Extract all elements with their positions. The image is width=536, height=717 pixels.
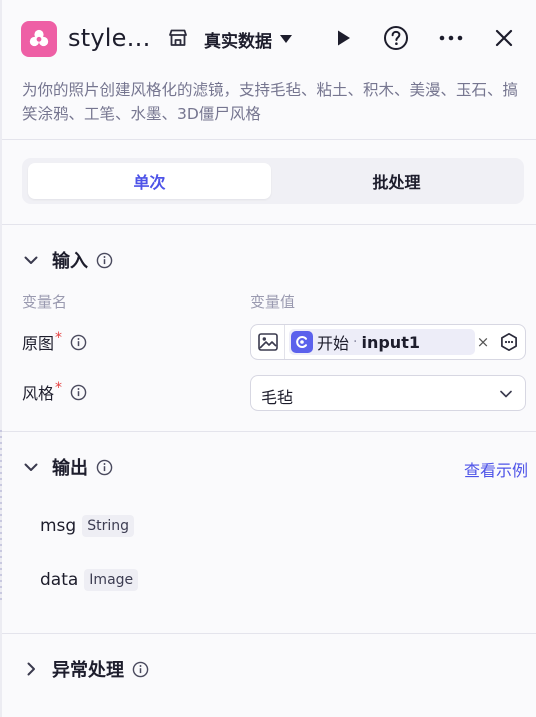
output-field-row: data Image <box>40 568 139 592</box>
plugin-description: 为你的照片创建风格化的滤镜，支持毛毡、粘土、积木、美漫、玉石、搞笑涂鸦、工笔、水… <box>22 81 519 123</box>
info-icon <box>70 384 87 400</box>
data-source-label: 真实数据 <box>204 31 272 52</box>
ref-separator: · <box>353 334 358 350</box>
panel-header: style… 真实数据 <box>2 0 536 78</box>
output-type-badge: String <box>82 515 134 537</box>
clear-reference-button[interactable]: × <box>475 333 491 351</box>
view-example-link[interactable]: 查看示例 <box>464 457 528 481</box>
node-test-panel: style… 真实数据 为你的照片创建风格化的滤镜，支持毛毡、粘土、积木、美漫、… <box>2 0 536 717</box>
exception-section-title: 异常处理 <box>52 660 124 681</box>
output-section-header[interactable]: 输出 <box>22 454 113 480</box>
divider <box>2 431 536 432</box>
close-icon <box>495 29 513 47</box>
more-icon <box>439 35 463 41</box>
start-node-icon <box>291 331 313 353</box>
info-icon <box>70 334 87 350</box>
output-field-row: msg String <box>40 514 134 538</box>
variable-reference-chip: 开始 · input1 <box>289 329 475 355</box>
data-source-dropdown[interactable]: 真实数据 <box>204 27 292 52</box>
input-section-title: 输入 <box>52 251 88 272</box>
image-reference-field[interactable]: 开始 · input1 × <box>250 324 526 360</box>
plugin-title: style… <box>68 24 151 52</box>
output-field-name: msg <box>40 516 77 536</box>
output-section-title: 输出 <box>52 458 88 479</box>
ref-node-name: 开始 <box>317 334 350 353</box>
column-var-name: 变量名 <box>22 293 68 311</box>
help-icon <box>384 26 408 50</box>
input-section-header[interactable]: 输入 <box>22 247 113 273</box>
param-label-image: 原图 * <box>22 330 87 354</box>
run-mode-tabs: 单次 批处理 <box>22 158 524 204</box>
divider <box>2 633 536 634</box>
style-select[interactable]: 毛毡 <box>250 375 526 411</box>
tab-batch[interactable]: 批处理 <box>275 163 518 199</box>
param-name: 原图 <box>22 334 55 353</box>
image-icon <box>251 325 285 359</box>
output-type-badge: Image <box>84 569 139 591</box>
run-icon <box>338 30 350 46</box>
param-label-style: 风格 * <box>22 380 87 404</box>
chevron-down-icon <box>24 256 38 264</box>
required-mark: * <box>55 330 63 346</box>
flower-logo-icon <box>21 21 57 57</box>
run-button[interactable] <box>329 24 357 52</box>
chevron-down-icon <box>24 463 38 471</box>
help-button[interactable] <box>382 24 410 52</box>
ref-variable-name: input1 <box>361 332 420 352</box>
chevron-right-icon <box>27 662 35 676</box>
divider <box>2 139 536 140</box>
close-button[interactable] <box>490 24 518 52</box>
exception-section-header[interactable]: 异常处理 <box>22 656 149 682</box>
info-icon <box>96 459 113 475</box>
divider <box>2 224 536 225</box>
tab-single[interactable]: 单次 <box>28 163 271 199</box>
info-icon <box>96 252 113 268</box>
store-icon[interactable] <box>167 27 189 49</box>
param-name: 风格 <box>22 384 55 403</box>
info-icon <box>132 661 149 677</box>
chevron-down-icon <box>500 390 512 398</box>
column-var-value: 变量值 <box>250 293 296 311</box>
style-select-value: 毛毡 <box>261 388 294 407</box>
required-mark: * <box>55 380 63 396</box>
output-field-name: data <box>40 570 79 590</box>
more-button[interactable] <box>437 24 465 52</box>
caret-down-icon <box>280 35 292 43</box>
variable-settings-icon[interactable] <box>499 332 519 352</box>
